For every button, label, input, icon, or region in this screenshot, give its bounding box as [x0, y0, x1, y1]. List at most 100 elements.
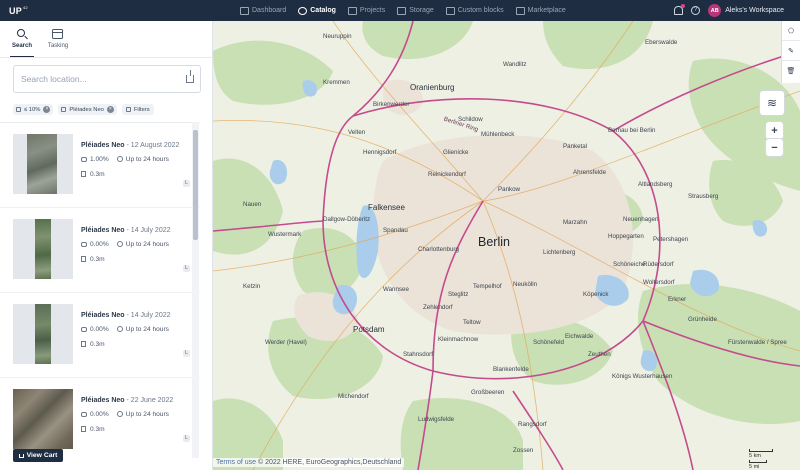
help-icon[interactable]: ?	[691, 6, 701, 15]
tab-search[interactable]: Search	[10, 28, 34, 49]
result-title: Pléiades Neo - 22 June 2022	[81, 397, 174, 404]
logo[interactable]: UP42	[9, 5, 28, 16]
map-label-panketal: Panketal	[563, 143, 588, 150]
map-label-neukolln: Neukölln	[513, 281, 538, 288]
remove-chip-icon[interactable]: ×	[106, 106, 114, 113]
info-badge[interactable]: L	[183, 435, 190, 442]
map-label-bernau: Bernau bei Berlin	[608, 127, 656, 134]
map-label-potsdam: Potsdam	[353, 325, 385, 334]
map-label-rangsdorf: Rangsdorf	[518, 421, 547, 428]
edit-shape-icon[interactable]: ✎	[782, 41, 800, 61]
location-search	[13, 65, 201, 93]
map-label-neuenhagen: Neuenhagen	[623, 216, 659, 223]
notifications-icon[interactable]	[674, 4, 686, 15]
map-label-schonefeld: Schönefeld	[533, 339, 564, 346]
nav-marketplace[interactable]: Marketplace	[515, 6, 566, 15]
list-item[interactable]: Pléiades Neo - 12 August 2022 1.00% Up t…	[0, 123, 200, 208]
list-item[interactable]: Pléiades Neo - 14 July 2022 0.00% Up to …	[0, 208, 200, 293]
map-label-rudersdorf: Rüdersdorf	[643, 261, 674, 268]
storage-icon	[397, 6, 407, 15]
result-title: Pléiades Neo - 14 July 2022	[81, 312, 171, 319]
nav-storage[interactable]: Storage	[397, 6, 434, 15]
map-label-kremmen: Kremmen	[323, 79, 350, 86]
result-title: Pléiades Neo - 14 July 2022	[81, 227, 171, 234]
resolution: 0.3m	[81, 256, 105, 263]
delivery-time: Up to 24 hours	[116, 156, 169, 163]
map-label-michendorf: Michendorf	[338, 393, 369, 400]
search-input[interactable]	[21, 74, 171, 84]
notification-dot	[681, 4, 686, 8]
filters-button[interactable]: Filters	[121, 104, 154, 115]
list-item[interactable]: Pléiades Neo - 22 June 2022 0.00% Up to …	[0, 378, 200, 458]
divider	[0, 57, 213, 58]
cloud-icon	[81, 157, 87, 162]
list-item[interactable]: Pléiades Neo - 14 July 2022 0.00% Up to …	[0, 293, 200, 378]
map-label-kopenick: Köpenick	[583, 291, 609, 298]
cloud-cover: 0.00%	[81, 326, 109, 333]
workspace-menu[interactable]: AB Aleks's Workspace	[708, 4, 784, 17]
map-label-tempelhof: Tempelhof	[473, 283, 502, 290]
draw-toolbar: ⬠ ✎ 🗑	[781, 21, 800, 83]
thumbnail	[13, 304, 73, 364]
clock-icon	[116, 411, 123, 417]
nav-dashboard[interactable]: Dashboard	[240, 6, 286, 15]
layers-icon[interactable]: ≋	[760, 91, 784, 115]
cloud-icon	[16, 107, 21, 112]
result-title: Pléiades Neo - 12 August 2022	[81, 142, 180, 149]
map-view[interactable]: Berlin Potsdam Falkensee Oranienburg Kön…	[213, 21, 800, 470]
calendar-icon	[52, 28, 64, 40]
info-badge[interactable]: L	[183, 350, 190, 357]
chip-sensor[interactable]: Pléiades Neo ×	[58, 104, 117, 115]
remove-chip-icon[interactable]: ×	[43, 106, 51, 113]
resolution-icon	[81, 426, 86, 432]
map-label-falkensee: Falkensee	[368, 203, 405, 212]
nav-projects[interactable]: Projects	[347, 6, 385, 15]
cloud-icon	[81, 412, 87, 417]
map-label-neuruppin: Neuruppin	[323, 33, 352, 40]
view-cart-button[interactable]: View Cart	[13, 449, 63, 462]
map-label-wannsee: Wannsee	[383, 286, 409, 293]
results-scrollbar[interactable]	[192, 122, 199, 458]
info-badge[interactable]: L	[183, 265, 190, 272]
polygon-draw-icon[interactable]: ⬠	[782, 21, 800, 41]
map-label-erkner: Erkner	[668, 296, 687, 303]
nav-catalog[interactable]: Catalog	[298, 6, 336, 15]
thumbnail	[13, 134, 73, 194]
store-icon	[515, 6, 525, 15]
map-label-grossbeeren: Großbeeren	[471, 389, 505, 396]
map-label-ahrensfelde: Ahrensfelde	[573, 169, 607, 176]
map-label-hennigsdorf: Hennigsdorf	[363, 149, 397, 156]
map-label-nauen: Nauen	[243, 201, 262, 208]
folder-icon	[347, 6, 357, 15]
nav-custom-blocks[interactable]: Custom blocks	[445, 6, 504, 15]
zoom-in-button[interactable]: +	[766, 122, 783, 139]
map-label-strausberg: Strausberg	[688, 193, 719, 200]
map-label-eichwalde: Eichwalde	[565, 333, 594, 340]
map-label-altlandsberg: Altlandsberg	[638, 181, 673, 188]
map-label-dallgow: Dallgow-Döberitz	[323, 216, 371, 223]
top-navbar: UP42 Dashboard Catalog Projects Storage …	[0, 0, 800, 21]
results-list: Pléiades Neo - 12 August 2022 1.00% Up t…	[0, 122, 200, 458]
chip-cloud-cover[interactable]: ≤ 10% ×	[13, 104, 54, 115]
map-label-reinickendorf: Reinickendorf	[428, 171, 466, 178]
clock-icon	[116, 241, 123, 247]
info-badge[interactable]: L	[183, 180, 190, 187]
resolution: 0.3m	[81, 341, 105, 348]
map-label-birkenwerder: Birkenwerder	[373, 101, 410, 108]
resolution-icon	[81, 341, 86, 347]
map-label-zehlendorf: Zehlendorf	[423, 304, 453, 311]
map-label-wustermark: Wustermark	[268, 231, 302, 238]
map-label-glienicke: Glienicke	[443, 149, 469, 156]
map-label-marzahn: Marzahn	[563, 219, 588, 226]
terms-link[interactable]: Terms of use	[216, 459, 256, 466]
map-label-zossen: Zossen	[513, 447, 534, 454]
tab-tasking[interactable]: Tasking	[46, 28, 70, 49]
upload-icon[interactable]	[186, 70, 194, 83]
zoom-out-button[interactable]: −	[766, 139, 783, 156]
sidebar-tabs: Search Tasking	[10, 28, 70, 49]
map-label-ludwigsfelde: Ludwigsfelde	[418, 416, 455, 423]
sidebar: Search Tasking ≤ 10% × Pléiades Neo × Fi…	[0, 21, 213, 470]
trash-icon[interactable]: 🗑	[782, 61, 800, 81]
scroll-thumb[interactable]	[193, 130, 198, 240]
thumbnail	[13, 219, 73, 279]
